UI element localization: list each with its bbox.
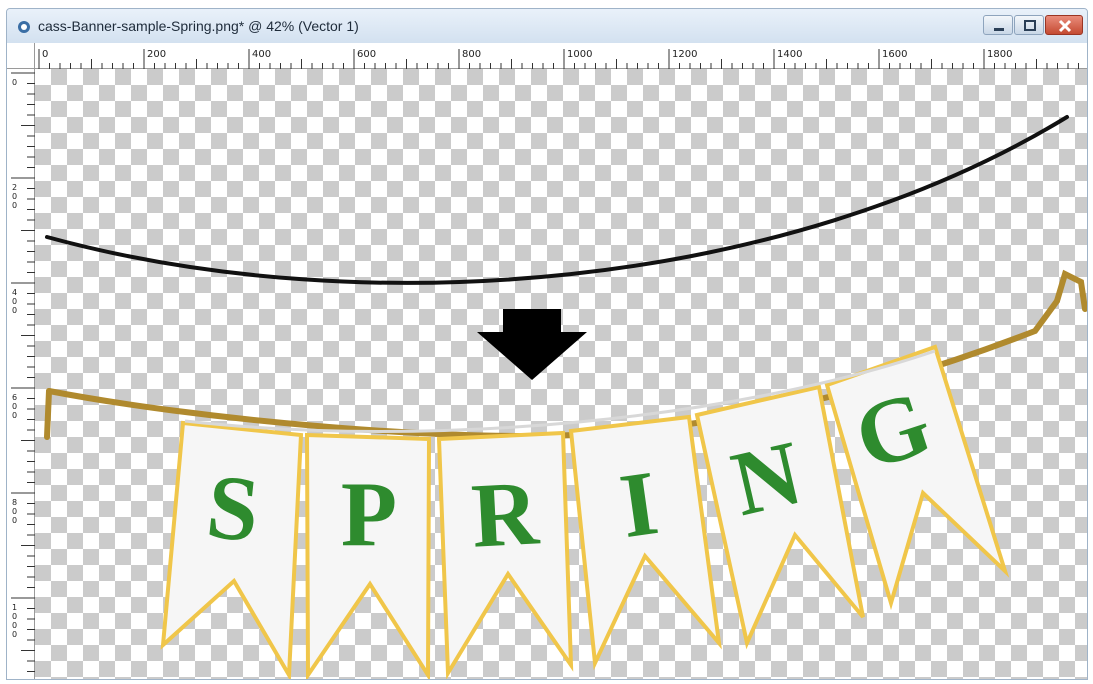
- close-button[interactable]: [1045, 15, 1083, 35]
- ruler-label: 1000: [567, 49, 592, 60]
- banner-letter-p: P: [341, 463, 397, 565]
- banner-letter-r: R: [469, 461, 542, 566]
- window-title: cass-Banner-sample-Spring.png* @ 42% (Ve…: [38, 18, 359, 34]
- down-arrow-icon: [477, 309, 587, 380]
- ruler-label: 0: [12, 612, 17, 621]
- minimize-button[interactable]: [983, 15, 1013, 35]
- ruler-label: 1: [12, 603, 17, 612]
- document-icon: [18, 21, 30, 33]
- ruler-label: 0: [12, 78, 17, 87]
- ruler-label: 6: [12, 393, 17, 402]
- window-controls: [982, 15, 1083, 35]
- ruler-label: 1800: [987, 49, 1012, 60]
- rope-end-right: [1054, 269, 1087, 312]
- minimize-icon: [994, 28, 1004, 31]
- ruler-label: 1600: [882, 49, 907, 60]
- ruler-label: 200: [147, 49, 166, 60]
- ruler-corner: [7, 43, 35, 69]
- ruler-label: 8: [12, 498, 17, 507]
- ruler-label: 0: [12, 201, 17, 210]
- document-window: cass-Banner-sample-Spring.png* @ 42% (Ve…: [6, 8, 1088, 680]
- banner-letter-s: S: [202, 455, 264, 562]
- horizontal-ruler[interactable]: 0 200 400 600 800 1000 1200 1400 1600 1800: [35, 43, 1087, 69]
- rope-end-left: [44, 388, 52, 440]
- ruler-label: 0: [12, 411, 17, 420]
- ruler-label: 0: [12, 192, 17, 201]
- vertical-ruler[interactable]: 02004006008001000: [7, 69, 35, 679]
- ruler-label: 0: [12, 306, 17, 315]
- vector-curve[interactable]: [45, 115, 1069, 285]
- ruler-label: 0: [12, 621, 17, 630]
- ruler-label: 0: [12, 516, 17, 525]
- ruler-label: 0: [42, 49, 48, 60]
- ruler-label: 4: [12, 288, 17, 297]
- ruler-label: 400: [252, 49, 271, 60]
- maximize-icon: [1024, 20, 1036, 31]
- ruler-label: 1200: [672, 49, 697, 60]
- title-bar[interactable]: cass-Banner-sample-Spring.png* @ 42% (Ve…: [7, 9, 1087, 43]
- close-icon: [1058, 19, 1072, 33]
- maximize-button[interactable]: [1014, 15, 1044, 35]
- ruler-label: 600: [357, 49, 376, 60]
- ruler-label: 0: [12, 630, 17, 639]
- ruler-label: 800: [462, 49, 481, 60]
- ruler-label: 1400: [777, 49, 802, 60]
- image-canvas[interactable]: S P R I N G: [35, 69, 1087, 679]
- ruler-label: 2: [12, 183, 17, 192]
- ruler-label: 0: [12, 507, 17, 516]
- ruler-label: 0: [12, 402, 17, 411]
- ruler-label: 0: [12, 297, 17, 306]
